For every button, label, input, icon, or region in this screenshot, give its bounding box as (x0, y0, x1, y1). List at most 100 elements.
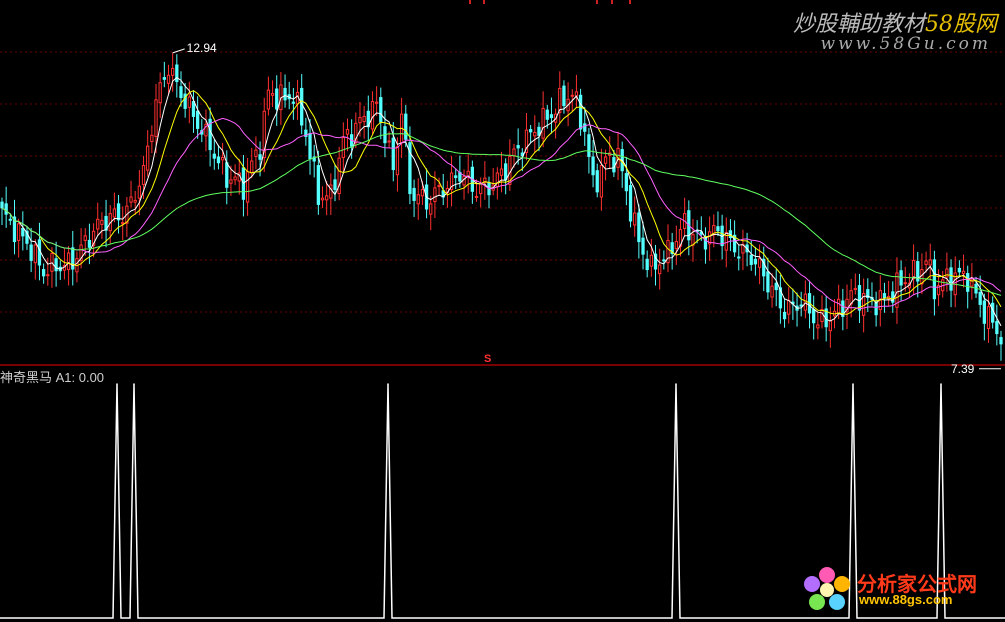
candle (216, 144, 221, 170)
candle (121, 206, 125, 241)
candle (233, 164, 237, 186)
candle (41, 263, 46, 284)
high-pointer (172, 48, 185, 54)
candle-body (533, 131, 537, 137)
candle (624, 156, 629, 206)
candle (720, 214, 724, 260)
candle (603, 149, 608, 181)
candle (957, 260, 962, 278)
candle-body (266, 89, 271, 110)
candle-body (179, 86, 183, 99)
candle-body (225, 162, 229, 188)
candle (312, 144, 316, 178)
candle-body (216, 156, 221, 164)
candle (66, 245, 71, 286)
candle (853, 273, 857, 295)
candle (599, 148, 604, 211)
candle-body (945, 268, 949, 278)
candle-body (770, 285, 774, 298)
candle-body (545, 109, 549, 120)
candle-body (753, 258, 758, 265)
candle-body (603, 156, 608, 164)
candle (645, 250, 649, 278)
candle-body (162, 77, 166, 80)
candle (470, 160, 475, 204)
candle-body (391, 137, 395, 171)
candle (741, 229, 745, 271)
candle (416, 178, 420, 220)
candle (886, 280, 891, 307)
candle (787, 287, 791, 324)
candle (549, 97, 554, 134)
candle-body (479, 183, 483, 195)
candle-body (512, 148, 516, 157)
candle (928, 243, 932, 281)
indicator-label: 神奇黑马 A1: 0.00 (0, 370, 105, 385)
candle (703, 227, 708, 264)
candle-body (129, 196, 133, 203)
candle-body (300, 87, 304, 126)
candle-body (803, 293, 808, 311)
candle-body (150, 134, 154, 143)
candle-body (33, 244, 37, 264)
candle (262, 97, 266, 173)
candle (133, 191, 137, 215)
candle-body (911, 259, 916, 280)
candle (737, 245, 741, 271)
candle-body (612, 157, 616, 173)
candle (766, 257, 770, 300)
candle (150, 125, 154, 154)
candle-body (903, 282, 907, 285)
candle (329, 173, 333, 215)
candle (961, 254, 966, 288)
candle (454, 168, 458, 190)
candle-body (316, 165, 320, 205)
candle-body (133, 199, 137, 203)
candle-body (29, 244, 33, 261)
candle (275, 75, 279, 126)
candle-body (570, 94, 574, 97)
candle (100, 212, 104, 240)
candle (220, 143, 225, 175)
site-logo: 分析家公式网 www.88gs.com (801, 566, 997, 614)
candle (212, 139, 216, 170)
candle (295, 79, 300, 120)
candle-body (87, 239, 92, 248)
candle (87, 223, 92, 265)
candle (320, 186, 325, 208)
candle-body (474, 195, 479, 198)
candle-body (674, 241, 678, 249)
candle (895, 257, 899, 324)
candle-body (641, 237, 645, 255)
candle (941, 271, 945, 298)
candle (391, 122, 395, 182)
candle-body (362, 115, 366, 123)
candle (799, 291, 803, 317)
candle-body (949, 267, 953, 291)
candle (628, 177, 633, 228)
candle (845, 284, 849, 329)
candle-body (41, 269, 46, 277)
candle-body (816, 324, 820, 329)
candle-body (820, 309, 824, 323)
candle-body (658, 264, 662, 275)
candle-body (412, 187, 416, 201)
candle (533, 115, 537, 153)
candle (29, 227, 33, 273)
candle-body (591, 156, 595, 176)
candle-body (100, 219, 104, 225)
candle-body (437, 185, 441, 188)
candle (283, 74, 287, 108)
candle (58, 260, 62, 280)
candle (4, 186, 8, 228)
candle-body (782, 311, 787, 320)
candle-body (454, 175, 458, 179)
candle (449, 156, 454, 207)
candle-body (637, 212, 641, 243)
candle (466, 154, 470, 194)
candle-body (17, 223, 21, 241)
candle-body (991, 302, 995, 323)
candle (874, 291, 878, 327)
candle (982, 293, 986, 341)
candle-body (799, 304, 803, 307)
